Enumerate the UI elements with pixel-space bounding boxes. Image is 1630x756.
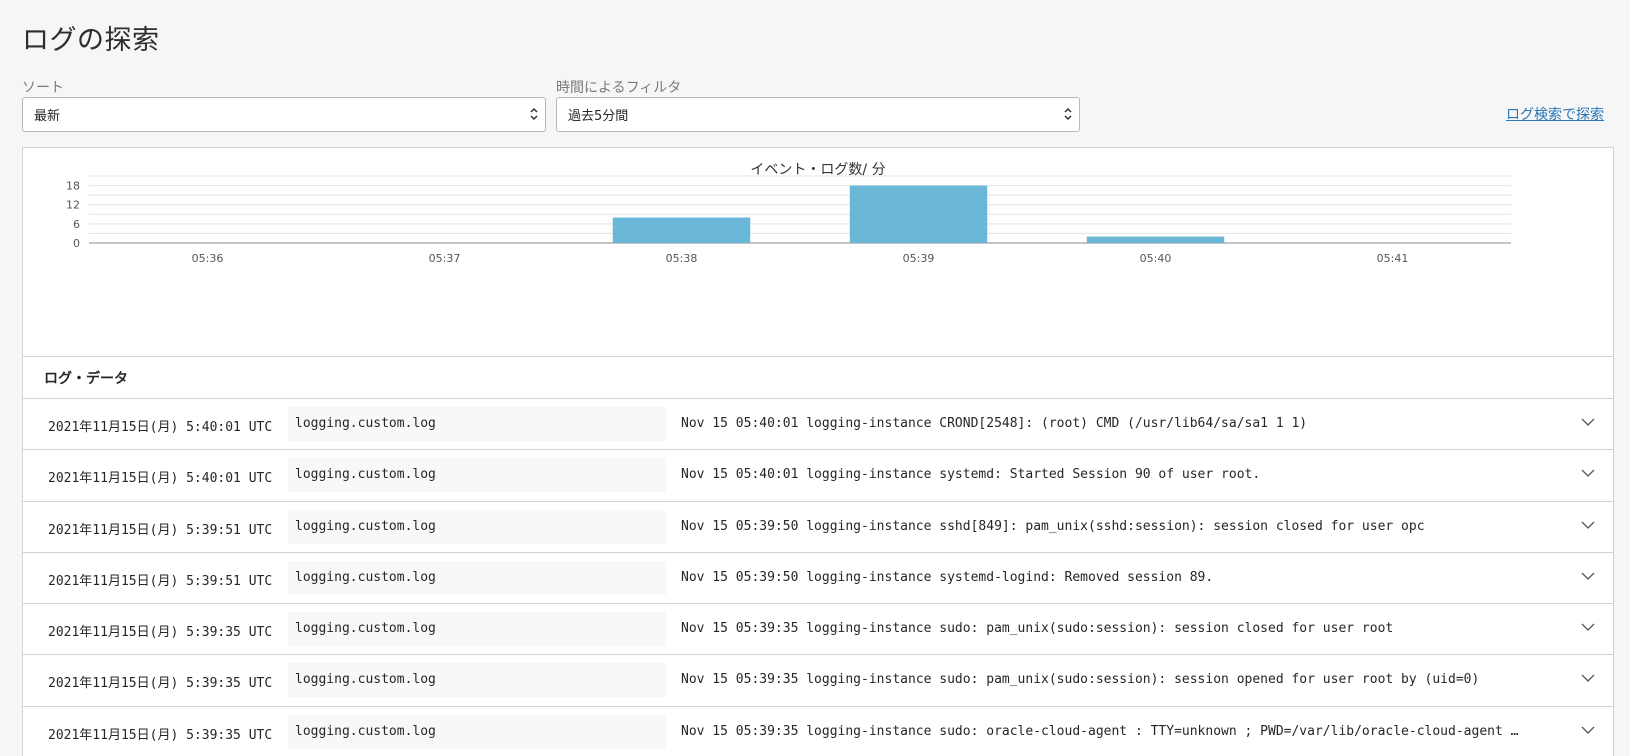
page: ログの探索 ソート 最新 時間によるフィルタ 過去5分間 ログ検索で探索 イベン… bbox=[0, 0, 1630, 756]
bar-05:38[interactable] bbox=[612, 217, 751, 243]
log-source: logging.custom.log bbox=[288, 509, 666, 544]
log-message: Nov 15 05:39:35 logging-instance sudo: p… bbox=[681, 672, 1480, 688]
x-tick-label: 05:36 bbox=[192, 252, 224, 265]
y-tick-label: 18 bbox=[66, 180, 80, 193]
log-row[interactable]: 2021年11月15日(月) 5:39:51 UTC logging.custom… bbox=[23, 553, 1613, 605]
bar-05:40[interactable] bbox=[1086, 236, 1225, 243]
x-tick-label: 05:38 bbox=[666, 252, 698, 265]
log-timestamp: 2021年11月15日(月) 5:39:35 UTC bbox=[48, 625, 273, 641]
log-row[interactable]: 2021年11月15日(月) 5:40:01 UTC logging.custom… bbox=[23, 399, 1613, 451]
log-source: logging.custom.log bbox=[288, 560, 666, 595]
log-message: Nov 15 05:39:50 logging-instance sshd[84… bbox=[681, 518, 1425, 534]
sort-select-value: 最新 bbox=[34, 109, 61, 124]
x-tick-label: 05:39 bbox=[903, 252, 935, 265]
results-panel: イベント・ログ数/ 分 0 6 12 18 05:36 05:37 05:38 05:39 05… bbox=[22, 147, 1614, 756]
page-title: ログの探索 bbox=[22, 25, 160, 56]
sort-label: ソート bbox=[22, 80, 64, 96]
log-source: logging.custom.log bbox=[288, 714, 666, 749]
log-row[interactable]: 2021年11月15日(月) 5:40:01 UTC logging.custom… bbox=[23, 450, 1613, 502]
chevron-down-icon[interactable] bbox=[1581, 673, 1595, 683]
select-chevron-icon bbox=[530, 107, 538, 121]
chevron-down-icon[interactable] bbox=[1581, 520, 1595, 530]
log-timestamp: 2021年11月15日(月) 5:39:51 UTC bbox=[48, 573, 273, 589]
log-source: logging.custom.log bbox=[288, 663, 666, 698]
bar-05:39[interactable] bbox=[849, 185, 988, 243]
y-tick-label: 12 bbox=[66, 199, 80, 212]
explore-in-log-search-link[interactable]: ログ検索で探索 bbox=[1506, 104, 1604, 124]
log-message: Nov 15 05:40:01 logging-instance CROND[2… bbox=[681, 416, 1308, 431]
log-timestamp: 2021年11月15日(月) 5:39:51 UTC bbox=[48, 522, 273, 538]
log-source: logging.custom.log bbox=[288, 612, 666, 647]
log-data-header: ログ・データ bbox=[23, 356, 1613, 399]
chevron-down-icon[interactable] bbox=[1581, 622, 1595, 632]
log-message: Nov 15 05:39:35 logging-instance sudo: p… bbox=[681, 621, 1394, 637]
log-list: 2021年11月15日(月) 5:40:01 UTC logging.custom… bbox=[23, 399, 1613, 756]
log-timestamp: 2021年11月15日(月) 5:40:01 UTC bbox=[48, 420, 273, 435]
log-message: Nov 15 05:39:50 logging-instance systemd… bbox=[681, 569, 1214, 585]
log-row[interactable]: 2021年11月15日(月) 5:39:35 UTC logging.custom… bbox=[23, 655, 1613, 707]
log-source: logging.custom.log bbox=[288, 458, 666, 493]
time-filter-select[interactable]: 過去5分間 bbox=[556, 97, 1080, 132]
chart-svg: 0 6 12 18 05:36 05:37 05:38 05:39 05:40 05:41 bbox=[66, 175, 1511, 265]
log-message: Nov 15 05:40:01 logging-instance systemd… bbox=[681, 467, 1261, 483]
chevron-down-icon[interactable] bbox=[1581, 468, 1595, 478]
event-count-chart: イベント・ログ数/ 分 0 6 12 18 05:36 05:37 05:38 05:39 05… bbox=[23, 148, 1613, 356]
log-timestamp: 2021年11月15日(月) 5:39:35 UTC bbox=[48, 727, 273, 743]
log-row[interactable]: 2021年11月15日(月) 5:39:35 UTC logging.custom… bbox=[23, 707, 1613, 756]
select-chevron-icon bbox=[1064, 107, 1072, 121]
chevron-down-icon[interactable] bbox=[1581, 725, 1595, 735]
chevron-down-icon[interactable] bbox=[1581, 571, 1595, 581]
time-filter-label: 時間によるフィルタ bbox=[556, 80, 682, 96]
log-timestamp: 2021年11月15日(月) 5:40:01 UTC bbox=[48, 471, 273, 487]
x-tick-label: 05:37 bbox=[429, 252, 461, 265]
sort-select[interactable]: 最新 bbox=[22, 97, 546, 132]
x-tick-label: 05:41 bbox=[1377, 252, 1409, 265]
log-row[interactable]: 2021年11月15日(月) 5:39:51 UTC logging.custom… bbox=[23, 502, 1613, 553]
x-tick-label: 05:40 bbox=[1140, 252, 1172, 265]
y-tick-label: 0 bbox=[73, 237, 80, 250]
log-timestamp: 2021年11月15日(月) 5:39:35 UTC bbox=[48, 676, 273, 692]
y-tick-label: 6 bbox=[73, 218, 80, 231]
log-message: Nov 15 05:39:35 logging-instance sudo: o… bbox=[681, 723, 1521, 739]
chevron-down-icon[interactable] bbox=[1581, 417, 1595, 427]
time-filter-value: 過去5分間 bbox=[568, 109, 629, 124]
log-source: logging.custom.log bbox=[288, 407, 666, 441]
log-row[interactable]: 2021年11月15日(月) 5:39:35 UTC logging.custom… bbox=[23, 604, 1613, 656]
